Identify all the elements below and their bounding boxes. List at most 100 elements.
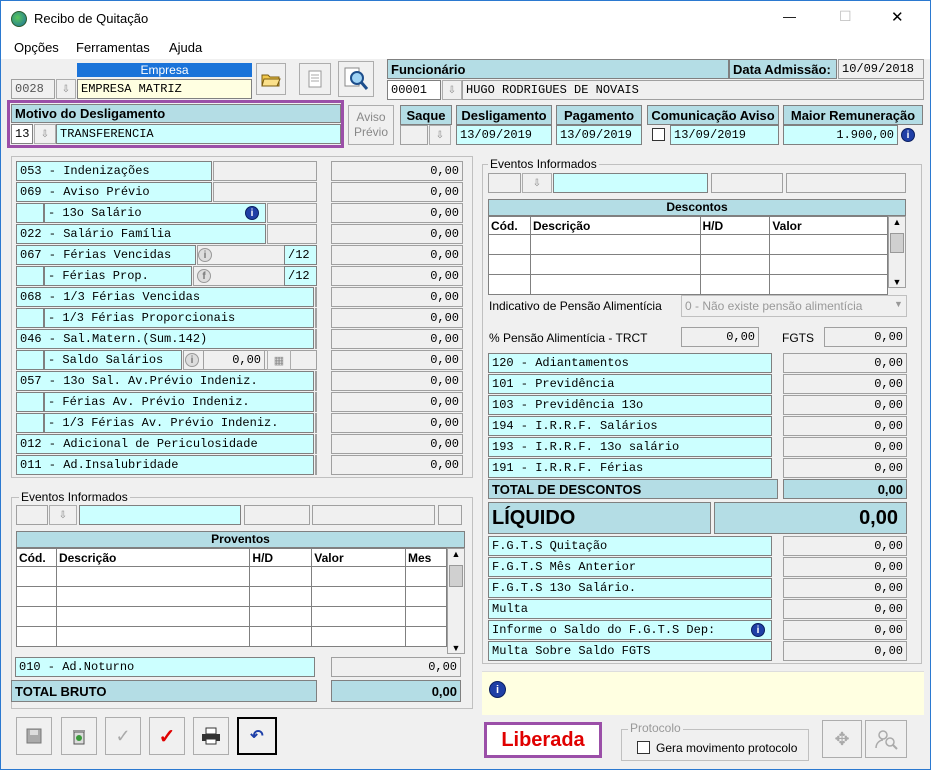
indent-spacer: [16, 203, 44, 223]
motivo-code[interactable]: 13: [11, 124, 33, 144]
close-button[interactable]: ✕: [891, 8, 904, 26]
descontos-scrollbar[interactable]: ▲ ▼: [888, 216, 906, 288]
print-button[interactable]: [193, 717, 229, 755]
info-icon: i: [489, 681, 506, 698]
proventos-row-label: - Saldo Salários: [44, 350, 182, 370]
motivo-name: TRANSFERENCIA: [56, 124, 341, 144]
pagamento-date[interactable]: 13/09/2019: [556, 125, 642, 145]
scroll-down-icon[interactable]: ▼: [889, 277, 905, 287]
table-row[interactable]: [488, 274, 888, 295]
pensao-select[interactable]: 0 - Não existe pensão alimentícia: [681, 295, 907, 317]
proventos-col-hd: H/D: [249, 548, 313, 567]
menu-ferramentas[interactable]: Ferramentas: [76, 40, 150, 55]
proventos-row-value: 0,00: [331, 203, 463, 223]
saque-lookup-button[interactable]: ⇩: [429, 125, 451, 145]
table-row[interactable]: [16, 586, 447, 607]
protocol-settings-button[interactable]: ✥: [822, 720, 862, 758]
descontos-table[interactable]: Cód. Descrição H/D Valor: [488, 216, 888, 295]
descontos-col-cod: Cód.: [488, 216, 531, 235]
13o-salario-info-icon[interactable]: i: [245, 206, 259, 220]
undo-button[interactable]: ↶: [237, 717, 277, 755]
ad-noturno-label: 010 - Ad.Noturno: [15, 657, 315, 677]
saldo-fgts-info-icon[interactable]: i: [751, 623, 765, 637]
proventos-row-filler: [213, 161, 317, 181]
table-row[interactable]: [16, 566, 447, 587]
proventos-row-label: - Férias Prop.: [44, 266, 192, 286]
fgts-row-value: 0,00: [783, 578, 907, 598]
desconto-row-value: 0,00: [783, 458, 907, 478]
table-row[interactable]: [488, 234, 888, 255]
empresa-name: EMPRESA MATRIZ: [77, 79, 252, 99]
eventos-right-lookup[interactable]: ⇩: [522, 173, 552, 193]
confirm-button[interactable]: ✓: [149, 717, 185, 755]
fgts-label: FGTS: [782, 331, 814, 345]
user-search-icon: [875, 730, 898, 750]
save-button[interactable]: [16, 717, 52, 755]
empresa-label: Empresa: [77, 63, 252, 77]
protocolo-label: Protocolo: [628, 721, 683, 735]
fgts-row-value: 0,00: [783, 599, 907, 619]
indent-spacer: [16, 350, 44, 370]
protocolo-checkbox[interactable]: [637, 741, 650, 754]
proventos-row-filler: [315, 371, 317, 391]
status-text: Liberada: [501, 728, 585, 751]
saldo-salarios-info-icon[interactable]: i: [185, 353, 199, 367]
comunicacao-checkbox[interactable]: [652, 128, 665, 141]
scroll-down-icon[interactable]: ▼: [448, 643, 464, 653]
eventos-right-hd: [711, 173, 783, 193]
desconto-row-value: 0,00: [783, 353, 907, 373]
menu-opcoes[interactable]: Opções: [14, 40, 59, 55]
open-folder-button[interactable]: [256, 63, 286, 95]
indent-spacer: [16, 266, 44, 286]
chevron-down-icon[interactable]: ▼: [894, 299, 903, 309]
funcionario-code[interactable]: 00001: [387, 80, 441, 100]
motivo-lookup-button[interactable]: ⇩: [34, 124, 56, 144]
table-row[interactable]: [16, 626, 447, 647]
indent-spacer: [16, 413, 44, 433]
fgts-row-value: 0,00: [783, 536, 907, 556]
funcionario-lookup-button[interactable]: ⇩: [442, 80, 462, 100]
proventos-scrollbar[interactable]: ▲ ▼: [447, 548, 465, 654]
search-button[interactable]: [338, 61, 374, 97]
proventos-row-value: 0,00: [331, 455, 463, 475]
proventos-row-label: 011 - Ad.Insalubridade: [16, 455, 314, 475]
proventos-table[interactable]: Cód. Descrição H/D Valor Mes: [16, 548, 447, 647]
scroll-thumb[interactable]: [890, 233, 904, 253]
maior-remuneracao-info-icon[interactable]: i: [901, 128, 915, 142]
eventos-left-label: Eventos Informados: [19, 490, 130, 504]
proventos-col-cod: Cód.: [16, 548, 57, 567]
proventos-row-label: 046 - Sal.Matern.(Sum.142): [16, 329, 314, 349]
table-row[interactable]: [16, 606, 447, 627]
calendar-icon[interactable]: ▦: [267, 350, 291, 370]
document-button[interactable]: [299, 63, 331, 95]
menu-bar: Opções Ferramentas Ajuda: [1, 37, 930, 59]
proventos-row-filler: [213, 182, 317, 202]
confirm-disabled-button[interactable]: ✓: [105, 717, 141, 755]
scroll-thumb[interactable]: [449, 565, 463, 587]
proventos-row-value: 0,00: [331, 224, 463, 244]
maximize-button[interactable]: ☐: [839, 8, 852, 25]
fgts-row-label: F.G.T.S Quitação: [488, 536, 772, 556]
comunicacao-date[interactable]: 13/09/2019: [670, 125, 779, 145]
eventos-left-lookup[interactable]: ⇩: [49, 505, 77, 525]
scroll-up-icon[interactable]: ▲: [448, 549, 464, 565]
ferias-vencidas-info-icon[interactable]: i: [198, 248, 212, 262]
empresa-lookup-button[interactable]: ⇩: [56, 79, 76, 99]
desligamento-date[interactable]: 13/09/2019: [456, 125, 552, 145]
desconto-row-label: 103 - Previdência 13o: [488, 395, 772, 415]
delete-button[interactable]: [61, 717, 97, 755]
ferias-prop-info-icon[interactable]: f: [197, 269, 211, 283]
liquido-label: LÍQUIDO: [488, 502, 711, 534]
proventos-row-label: - 13o Salário: [44, 203, 266, 223]
app-icon: [11, 11, 27, 27]
scroll-up-icon[interactable]: ▲: [889, 217, 905, 233]
aviso-previo-button[interactable]: Aviso Prévio: [348, 105, 394, 145]
total-bruto-value: 0,00: [331, 680, 461, 702]
protocol-search-button[interactable]: [865, 720, 907, 758]
minimize-button[interactable]: —: [783, 9, 796, 24]
floppy-icon: [26, 728, 42, 744]
table-row[interactable]: [488, 254, 888, 275]
window-title: Recibo de Quitação: [34, 11, 149, 26]
menu-ajuda[interactable]: Ajuda: [169, 40, 202, 55]
desconto-row-value: 0,00: [783, 437, 907, 457]
